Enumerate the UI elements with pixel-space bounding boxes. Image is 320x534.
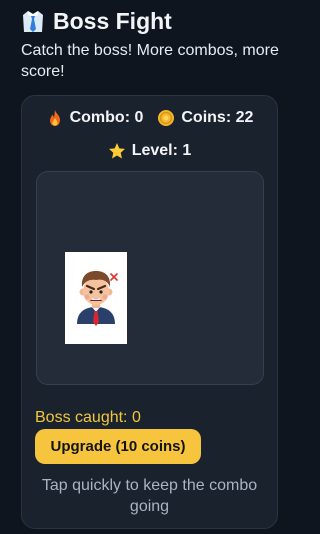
angry-boss-icon (65, 252, 127, 344)
title-text: Boss Fight (53, 8, 172, 34)
level-stat: Level: 1 (108, 141, 192, 161)
boss-target[interactable] (65, 252, 127, 344)
coins-stat: Coins: 22 (157, 108, 253, 128)
level-row: Level: 1 (22, 141, 277, 161)
subtitle: Catch the boss! More combos, more score! (21, 42, 279, 80)
necktie-icon (21, 9, 45, 33)
star-icon (108, 142, 126, 160)
game-card: Combo: 0 Coins: 22 Level: 1 Boss caught:… (21, 95, 278, 529)
coin-icon (157, 109, 175, 127)
coins-label: Coins: 22 (181, 109, 254, 126)
hint-text: Tap quickly to keep the combo going (41, 477, 258, 515)
page-title: Boss Fight (21, 7, 172, 35)
fire-icon (46, 109, 64, 127)
level-label: Level: 1 (131, 142, 192, 159)
stats-row: Combo: 0 Coins: 22 (22, 108, 277, 128)
upgrade-button[interactable]: Upgrade (10 coins) (35, 429, 201, 464)
combo-stat: Combo: 0 (46, 108, 144, 128)
combo-label: Combo: 0 (69, 109, 144, 126)
game-arena[interactable] (36, 171, 264, 385)
boss-caught-counter: Boss caught: 0 (35, 409, 141, 426)
